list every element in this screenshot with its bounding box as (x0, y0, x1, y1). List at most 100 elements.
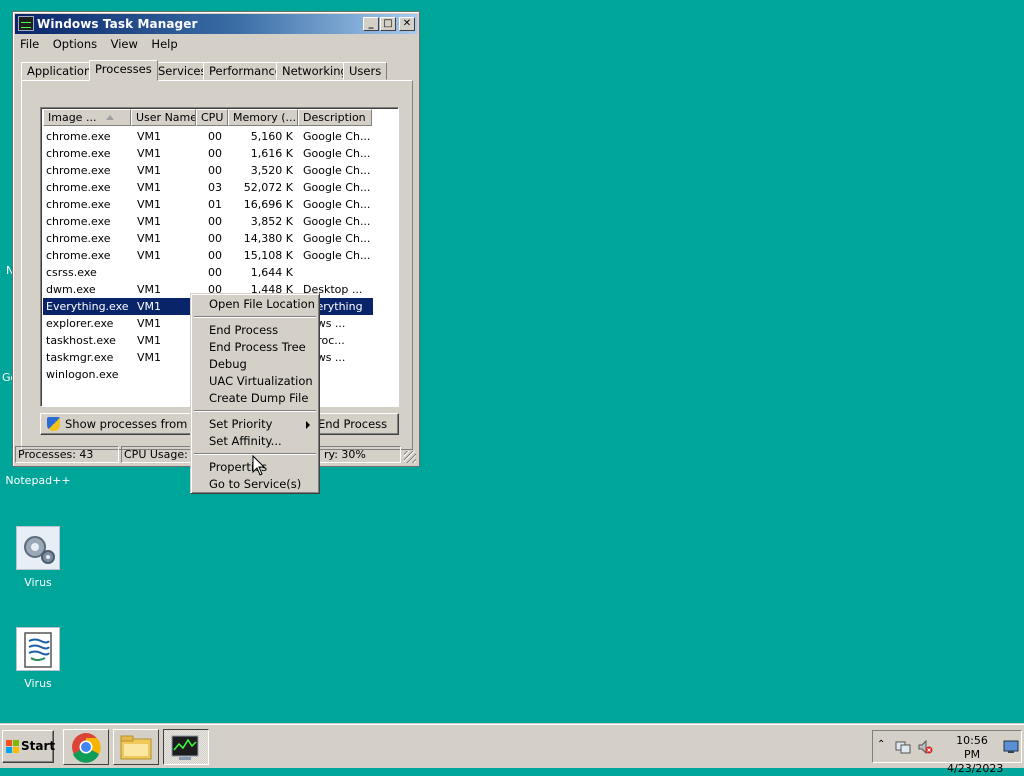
process-row[interactable]: csrss.exe 00 1,644 K (43, 264, 373, 281)
volume-muted-icon[interactable] (917, 739, 933, 755)
process-row[interactable]: chrome.exe VM1 00 14,380 K Google Ch... (43, 230, 373, 247)
context-menu-item-label: Set Priority (209, 417, 273, 431)
gears-icon (16, 526, 60, 570)
file-explorer-icon (120, 735, 152, 760)
minimize-button[interactable]: _ (363, 17, 379, 31)
menu-file[interactable]: File (15, 36, 44, 53)
process-row[interactable]: chrome.exe VM1 00 15,108 K Google Ch... (43, 247, 373, 264)
desktop-icon-label: Virus (24, 576, 52, 589)
process-row[interactable]: chrome.exe VM1 00 5,160 K Google Ch... (43, 128, 373, 145)
context-menu-item-label: Open File Location (209, 297, 315, 311)
end-process-button[interactable]: End Process (317, 413, 399, 435)
process-user-name: VM1 (137, 198, 162, 211)
process-user-name: VM1 (137, 249, 162, 262)
process-user-name: VM1 (137, 164, 162, 177)
tab-processes[interactable]: Processes (89, 60, 158, 81)
process-description: Google Ch... (303, 249, 371, 262)
menu-help[interactable]: Help (146, 36, 182, 53)
process-user-name: VM1 (137, 300, 162, 313)
column-header-image-name[interactable]: Image ... (43, 109, 131, 126)
context-menu-item-set-priority[interactable]: Set Priority (194, 416, 316, 433)
task-manager-icon (18, 16, 34, 31)
column-header-user-name[interactable]: User Name (131, 109, 196, 126)
process-cpu: 03 (208, 181, 222, 194)
process-row[interactable]: chrome.exe VM1 01 16,696 K Google Ch... (43, 196, 373, 213)
context-menu-item-end-process-tree[interactable]: End Process Tree (194, 339, 316, 356)
windows-logo-icon (6, 740, 20, 754)
context-menu-item-label: UAC Virtualization (209, 374, 313, 388)
process-row[interactable]: chrome.exe VM1 00 1,616 K Google Ch... (43, 145, 373, 162)
status-processes: Processes: 43 (15, 446, 119, 463)
taskbar-file-explorer-button[interactable] (113, 729, 159, 765)
process-image-name: chrome.exe (46, 181, 111, 194)
network-icon[interactable] (895, 739, 911, 755)
process-description: Google Ch... (303, 164, 371, 177)
context-menu-item-uac-virtualization[interactable]: UAC Virtualization (194, 373, 316, 390)
mouse-cursor-icon (252, 455, 266, 476)
system-clock[interactable]: 10:56 PM 4/23/2023 (947, 734, 1004, 776)
process-image-name: chrome.exe (46, 215, 111, 228)
context-menu-item-open-file-location[interactable]: Open File Location (194, 296, 316, 313)
process-row[interactable]: chrome.exe VM1 00 3,520 K Google Ch... (43, 162, 373, 179)
process-image-name: chrome.exe (46, 147, 111, 160)
process-description: Google Ch... (303, 232, 371, 245)
sort-ascending-icon (106, 115, 114, 120)
process-cpu: 00 (208, 130, 222, 143)
column-header-memory[interactable]: Memory (... (228, 109, 298, 126)
process-cpu: 00 (208, 266, 222, 279)
desktop-icon-label: Virus (24, 677, 52, 690)
process-description: Google Ch... (303, 198, 371, 211)
action-center-icon[interactable] (1003, 740, 1019, 754)
taskbar-chrome-button[interactable] (63, 729, 109, 765)
process-user-name: VM1 (137, 283, 162, 296)
taskbar-task-manager-button[interactable] (163, 729, 209, 765)
process-image-name: chrome.exe (46, 130, 111, 143)
process-memory: 52,072 K (243, 181, 293, 194)
column-header-description[interactable]: Description (298, 109, 372, 126)
maximize-button[interactable]: □ (380, 17, 396, 31)
context-menu-item-set-affinity[interactable]: Set Affinity... (194, 433, 316, 450)
process-description: Google Ch... (303, 147, 371, 160)
process-cpu: 01 (208, 198, 222, 211)
show-all-processes-button[interactable]: Show processes from all us (40, 413, 192, 435)
start-button[interactable]: Start (2, 730, 55, 763)
process-cpu: 00 (208, 249, 222, 262)
menu-options[interactable]: Options (48, 36, 102, 53)
context-menu-item-end-process[interactable]: End Process (194, 322, 316, 339)
process-description: Google Ch... (303, 130, 371, 143)
desktop-icon-label: Notepad++ (5, 474, 71, 487)
process-memory: 15,108 K (243, 249, 293, 262)
tab-users[interactable]: Users (343, 62, 388, 80)
column-header-cpu[interactable]: CPU (196, 109, 228, 126)
script-icon (16, 627, 60, 671)
process-row[interactable]: chrome.exe VM1 00 3,852 K Google Ch... (43, 213, 373, 230)
process-cpu: 00 (208, 164, 222, 177)
process-cpu: 00 (208, 232, 222, 245)
context-menu-item-debug[interactable]: Debug (194, 356, 316, 373)
process-memory: 3,520 K (250, 164, 293, 177)
process-memory: 1,644 K (250, 266, 293, 279)
process-memory: 5,160 K (250, 130, 293, 143)
process-user-name: VM1 (137, 181, 162, 194)
title-bar[interactable]: Windows Task Manager _ □ ✕ (15, 14, 417, 34)
menu-separator (194, 316, 316, 318)
process-row[interactable]: chrome.exe VM1 03 52,072 K Google Ch... (43, 179, 373, 196)
clock-date: 4/23/2023 (947, 762, 1004, 775)
process-image-name: Everything.exe (46, 300, 129, 313)
process-image-name: csrss.exe (46, 266, 97, 279)
menu-view[interactable]: View (106, 36, 143, 53)
close-button[interactable]: ✕ (399, 17, 415, 31)
task-manager-icon (171, 735, 199, 760)
desktop-icon-virus-1[interactable]: Virus (0, 526, 76, 589)
show-hidden-icons-chevron[interactable]: ⌃ (877, 739, 885, 750)
uac-shield-icon (47, 417, 60, 431)
window-title: Windows Task Manager (37, 17, 198, 31)
context-menu-item-go-to-service-s[interactable]: Go to Service(s) (194, 476, 316, 493)
desktop-icon-notepadpp[interactable]: Notepad++ (0, 474, 76, 487)
process-memory: 3,852 K (250, 215, 293, 228)
menu-separator (194, 410, 316, 412)
resize-grip[interactable] (404, 451, 416, 463)
process-user-name: VM1 (137, 147, 162, 160)
desktop-icon-virus-2[interactable]: Virus (0, 627, 76, 690)
context-menu-item-create-dump-file[interactable]: Create Dump File (194, 390, 316, 407)
